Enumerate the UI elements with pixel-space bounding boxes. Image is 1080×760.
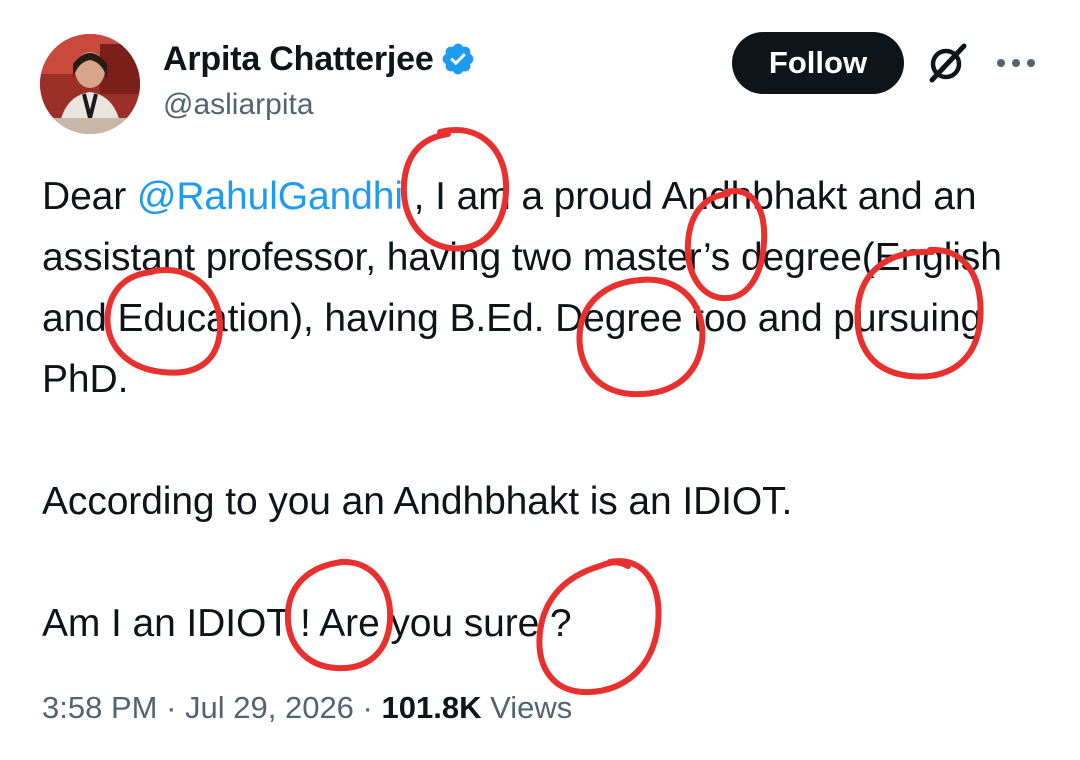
tweet-paragraph-2: According to you an Andhbhakt is an IDIO… — [42, 480, 793, 523]
tweet-text: Dear @RahulGandhi , I am a proud Andhbha… — [42, 166, 1052, 654]
tweet-meta: 3:58 PM · Jul 29, 2026 · 101.8K Views — [42, 690, 572, 726]
profile-photo — [40, 34, 140, 134]
author-name-row: Arpita Chatterjee — [163, 36, 476, 82]
mention-link[interactable]: @RahulGandhi — [137, 175, 403, 218]
author-handle[interactable]: @asliarpita — [163, 88, 314, 122]
author-display-name[interactable]: Arpita Chatterjee — [163, 40, 434, 79]
meta-separator: · — [353, 690, 382, 725]
tweet-text-greeting: Dear — [42, 175, 137, 218]
tweet-time[interactable]: 3:58 PM — [42, 690, 157, 725]
tweet-paragraph-1: Dear @RahulGandhi , I am a proud Andhbha… — [42, 166, 1052, 410]
views-label: Views — [481, 690, 573, 725]
grok-icon[interactable] — [924, 40, 970, 86]
follow-button[interactable]: Follow — [732, 32, 904, 94]
more-options-icon[interactable] — [994, 54, 1038, 72]
views-count[interactable]: 101.8K — [382, 690, 482, 725]
meta-separator: · — [157, 690, 186, 725]
verified-badge-icon[interactable] — [440, 41, 476, 77]
tweet-date[interactable]: Jul 29, 2026 — [185, 690, 354, 725]
avatar[interactable] — [40, 34, 140, 134]
tweet-paragraph-3: Am I an IDIOT ! Are you sure ? — [42, 602, 572, 645]
